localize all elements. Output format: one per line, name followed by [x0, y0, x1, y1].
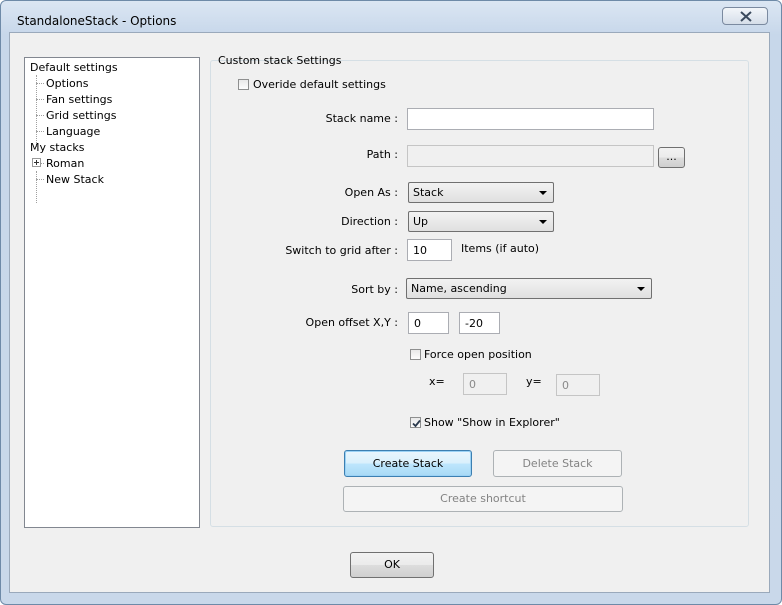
create-shortcut-button[interactable]: Create shortcut [343, 486, 623, 512]
tree-connector [36, 131, 44, 132]
close-button[interactable] [722, 7, 768, 25]
settings-tree[interactable]: Default settings Options Fan settings Gr… [24, 57, 200, 528]
stack-name-input[interactable] [407, 108, 654, 130]
dropdown-arrow-icon [637, 287, 645, 291]
tree-connector [36, 75, 37, 147]
options-window: StandaloneStack - Options Default settin… [0, 0, 782, 605]
override-default-label: Overide default settings [253, 78, 386, 91]
offset-y-input[interactable]: -20 [459, 312, 500, 334]
close-icon [740, 11, 752, 22]
direction-label: Direction : [341, 215, 398, 228]
force-open-position-label: Force open position [424, 348, 532, 361]
override-default-checkbox[interactable] [238, 79, 249, 90]
browse-button[interactable]: ... [658, 147, 685, 168]
create-stack-button[interactable]: Create Stack [344, 450, 472, 477]
switch-to-grid-label: Switch to grid after : [285, 244, 398, 257]
ok-button[interactable]: OK [350, 552, 434, 578]
force-open-position-checkbox[interactable] [410, 349, 421, 360]
stack-name-label: Stack name : [325, 112, 398, 125]
tree-item-new-stack[interactable]: New Stack [46, 173, 104, 186]
custom-stack-group-title: Custom stack Settings [218, 54, 342, 67]
show-in-explorer-label: Show "Show in Explorer" [424, 416, 560, 429]
sort-by-value: Name, ascending [411, 282, 507, 295]
open-as-value: Stack [413, 186, 444, 199]
tree-item-default-settings[interactable]: Default settings [30, 61, 118, 74]
open-as-label: Open As : [344, 186, 398, 199]
delete-stack-button[interactable]: Delete Stack [493, 450, 622, 477]
tree-connector [36, 179, 44, 180]
open-offset-label: Open offset X,Y : [305, 316, 398, 329]
direction-value: Up [413, 215, 429, 228]
force-x-input[interactable]: 0 [463, 373, 507, 395]
tree-item-language[interactable]: Language [46, 125, 100, 138]
sort-by-label: Sort by : [351, 283, 398, 296]
switch-to-grid-input[interactable]: 10 [407, 239, 452, 261]
window-title: StandaloneStack - Options [17, 14, 177, 28]
tree-connector [36, 171, 37, 203]
dialog-client-area: Default settings Options Fan settings Gr… [9, 32, 770, 593]
y-label: y= [526, 375, 542, 388]
tree-item-options[interactable]: Options [46, 77, 88, 90]
path-input[interactable] [407, 145, 654, 167]
show-in-explorer-checkbox[interactable] [410, 417, 421, 428]
expand-plus-icon[interactable] [32, 158, 41, 167]
x-label: x= [429, 375, 445, 388]
direction-select[interactable]: Up [408, 211, 554, 232]
tree-item-fan-settings[interactable]: Fan settings [46, 93, 112, 106]
tree-connector [36, 99, 44, 100]
path-label: Path : [366, 148, 398, 161]
checkmark-icon [412, 419, 421, 428]
tree-connector [36, 115, 44, 116]
dropdown-arrow-icon [539, 191, 547, 195]
tree-item-my-stacks[interactable]: My stacks [30, 141, 84, 154]
sort-by-select[interactable]: Name, ascending [406, 278, 652, 299]
items-if-auto-label: Items (if auto) [461, 242, 540, 255]
force-y-input[interactable]: 0 [556, 374, 600, 396]
offset-x-input[interactable]: 0 [408, 312, 449, 334]
tree-item-grid-settings[interactable]: Grid settings [46, 109, 116, 122]
tree-connector [36, 83, 44, 84]
open-as-select[interactable]: Stack [408, 182, 554, 203]
tree-item-roman[interactable]: Roman [46, 157, 84, 170]
dropdown-arrow-icon [539, 220, 547, 224]
